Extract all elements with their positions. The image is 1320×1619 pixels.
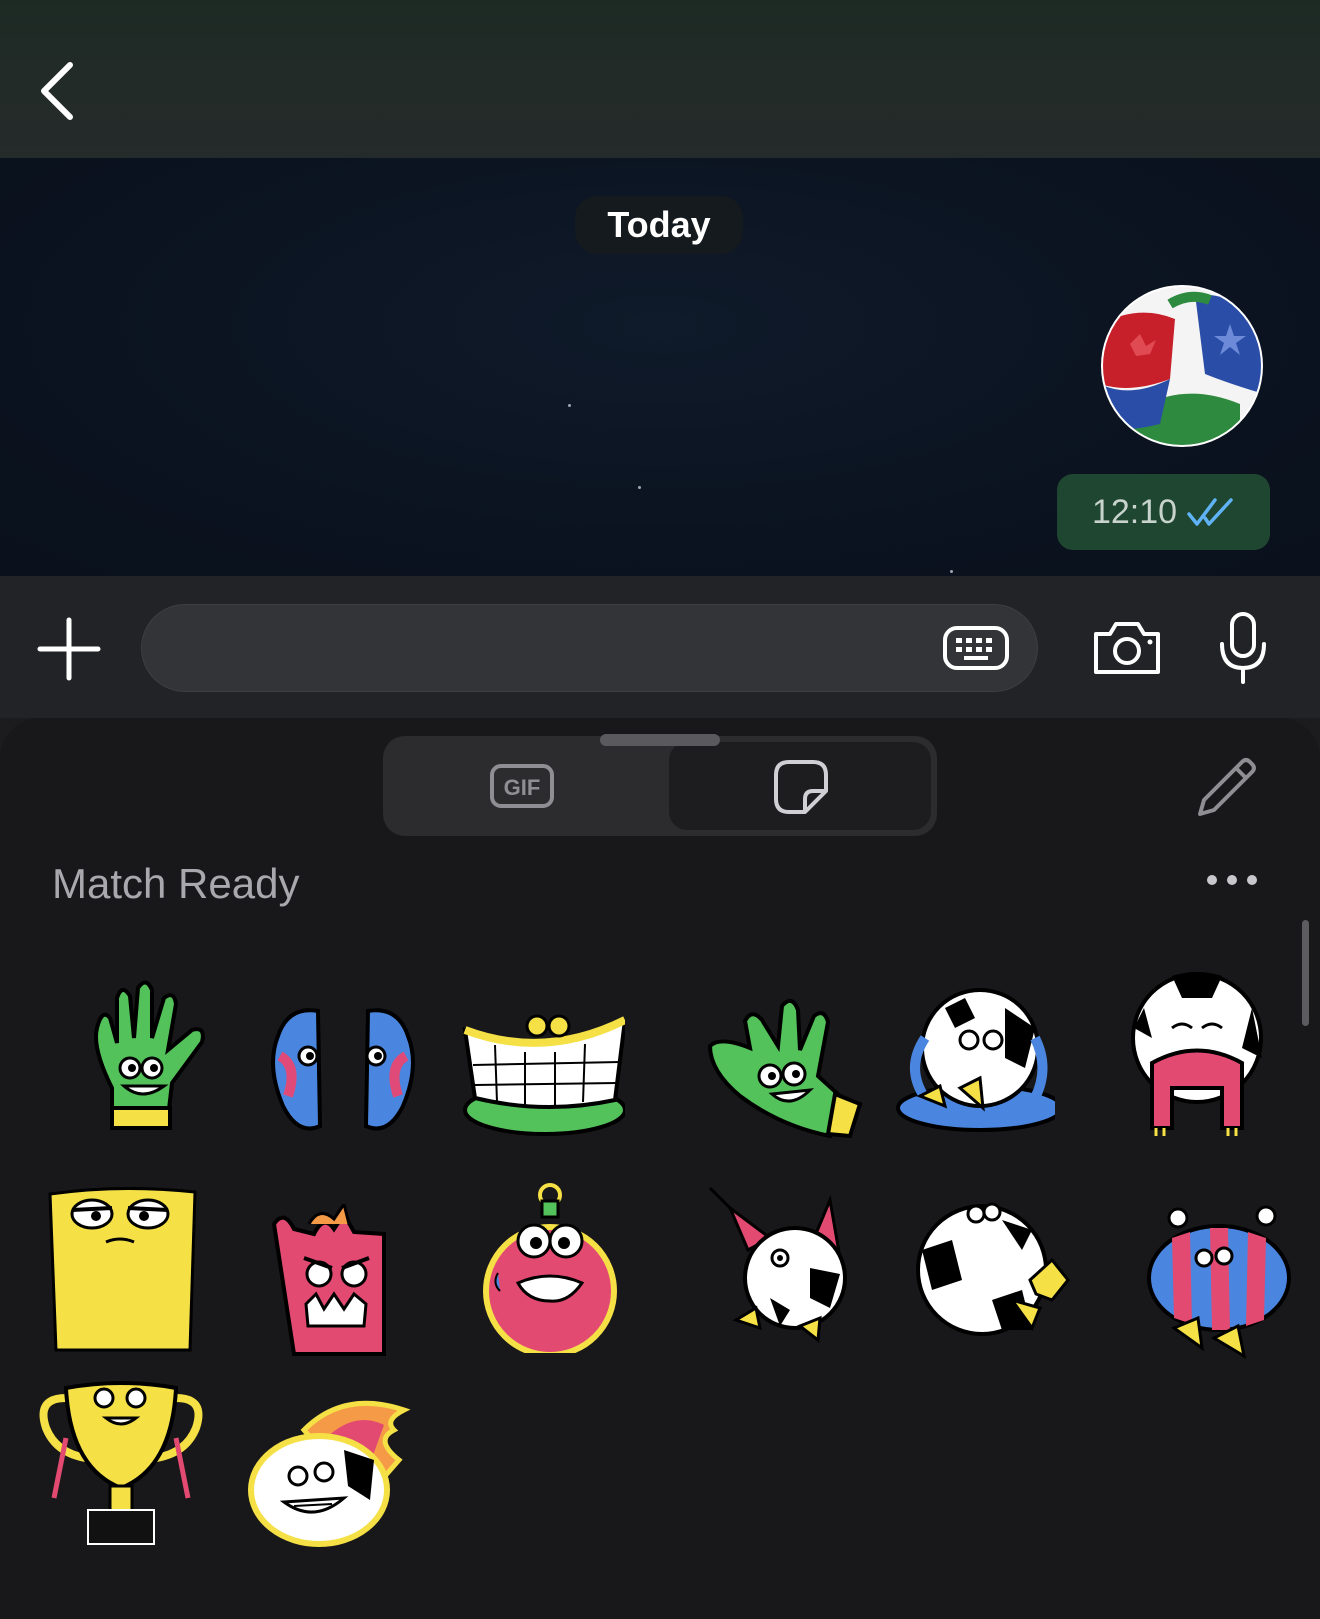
chat-area: Today 12:10 (0, 158, 1320, 576)
glove-sticker[interactable] (700, 986, 870, 1156)
goalkeeper-glove-sticker[interactable] (72, 968, 242, 1138)
goal-net-sticker[interactable] (455, 990, 628, 1160)
stopwatch-sticker[interactable] (478, 1183, 648, 1358)
date-separator: Today (575, 196, 743, 254)
input-bar (0, 576, 1320, 718)
edit-button[interactable] (1190, 754, 1260, 824)
striped-ball-sticker[interactable] (1134, 1198, 1304, 1368)
trophy-sticker[interactable] (36, 1378, 206, 1548)
media-type-switcher: GIF (383, 736, 937, 836)
message-input[interactable] (141, 604, 1038, 692)
chevron-left-icon (41, 62, 73, 120)
attach-button[interactable] (36, 616, 102, 682)
plus-icon (37, 617, 101, 681)
sticker-pack-title: Match Ready (52, 860, 300, 907)
red-card-sticker[interactable] (254, 1200, 424, 1374)
tab-stickers[interactable] (669, 742, 931, 830)
tab-gif[interactable]: GIF (387, 740, 657, 832)
party-ball-sticker[interactable] (700, 1178, 870, 1348)
sheet-grabber[interactable] (600, 734, 720, 746)
keyboard-button[interactable] (942, 625, 1010, 671)
rolling-ball-sticker[interactable] (912, 1190, 1082, 1360)
keyboard-icon (943, 626, 1009, 670)
more-icon (1207, 875, 1257, 885)
pencil-icon (1198, 758, 1256, 816)
microphone-button[interactable] (1216, 610, 1270, 686)
sticker-icon (774, 760, 828, 814)
camera-button[interactable] (1090, 618, 1164, 678)
back-button[interactable] (30, 55, 90, 125)
soccer-ball-sticker[interactable] (1100, 284, 1264, 448)
double-check-icon (1187, 498, 1233, 526)
fire-ball-sticker[interactable] (244, 1390, 414, 1560)
shy-ball-sticker[interactable] (1112, 968, 1282, 1138)
crying-ball-sticker[interactable] (885, 968, 1064, 1138)
gif-icon: GIF (490, 764, 554, 808)
sticker-sheet: GIF Match Ready (0, 718, 1320, 1619)
message-meta-bubble: 12:10 (1057, 474, 1270, 550)
soccer-boots-sticker[interactable] (258, 986, 428, 1156)
camera-icon (1094, 622, 1160, 674)
message-time: 12:10 (1091, 492, 1178, 531)
gif-label: GIF (504, 775, 541, 800)
microphone-icon (1220, 612, 1266, 684)
scrollbar[interactable] (1302, 920, 1309, 1026)
chat-header (0, 0, 1320, 158)
yellow-card-sticker[interactable] (40, 1184, 210, 1354)
more-button[interactable] (1200, 868, 1264, 892)
